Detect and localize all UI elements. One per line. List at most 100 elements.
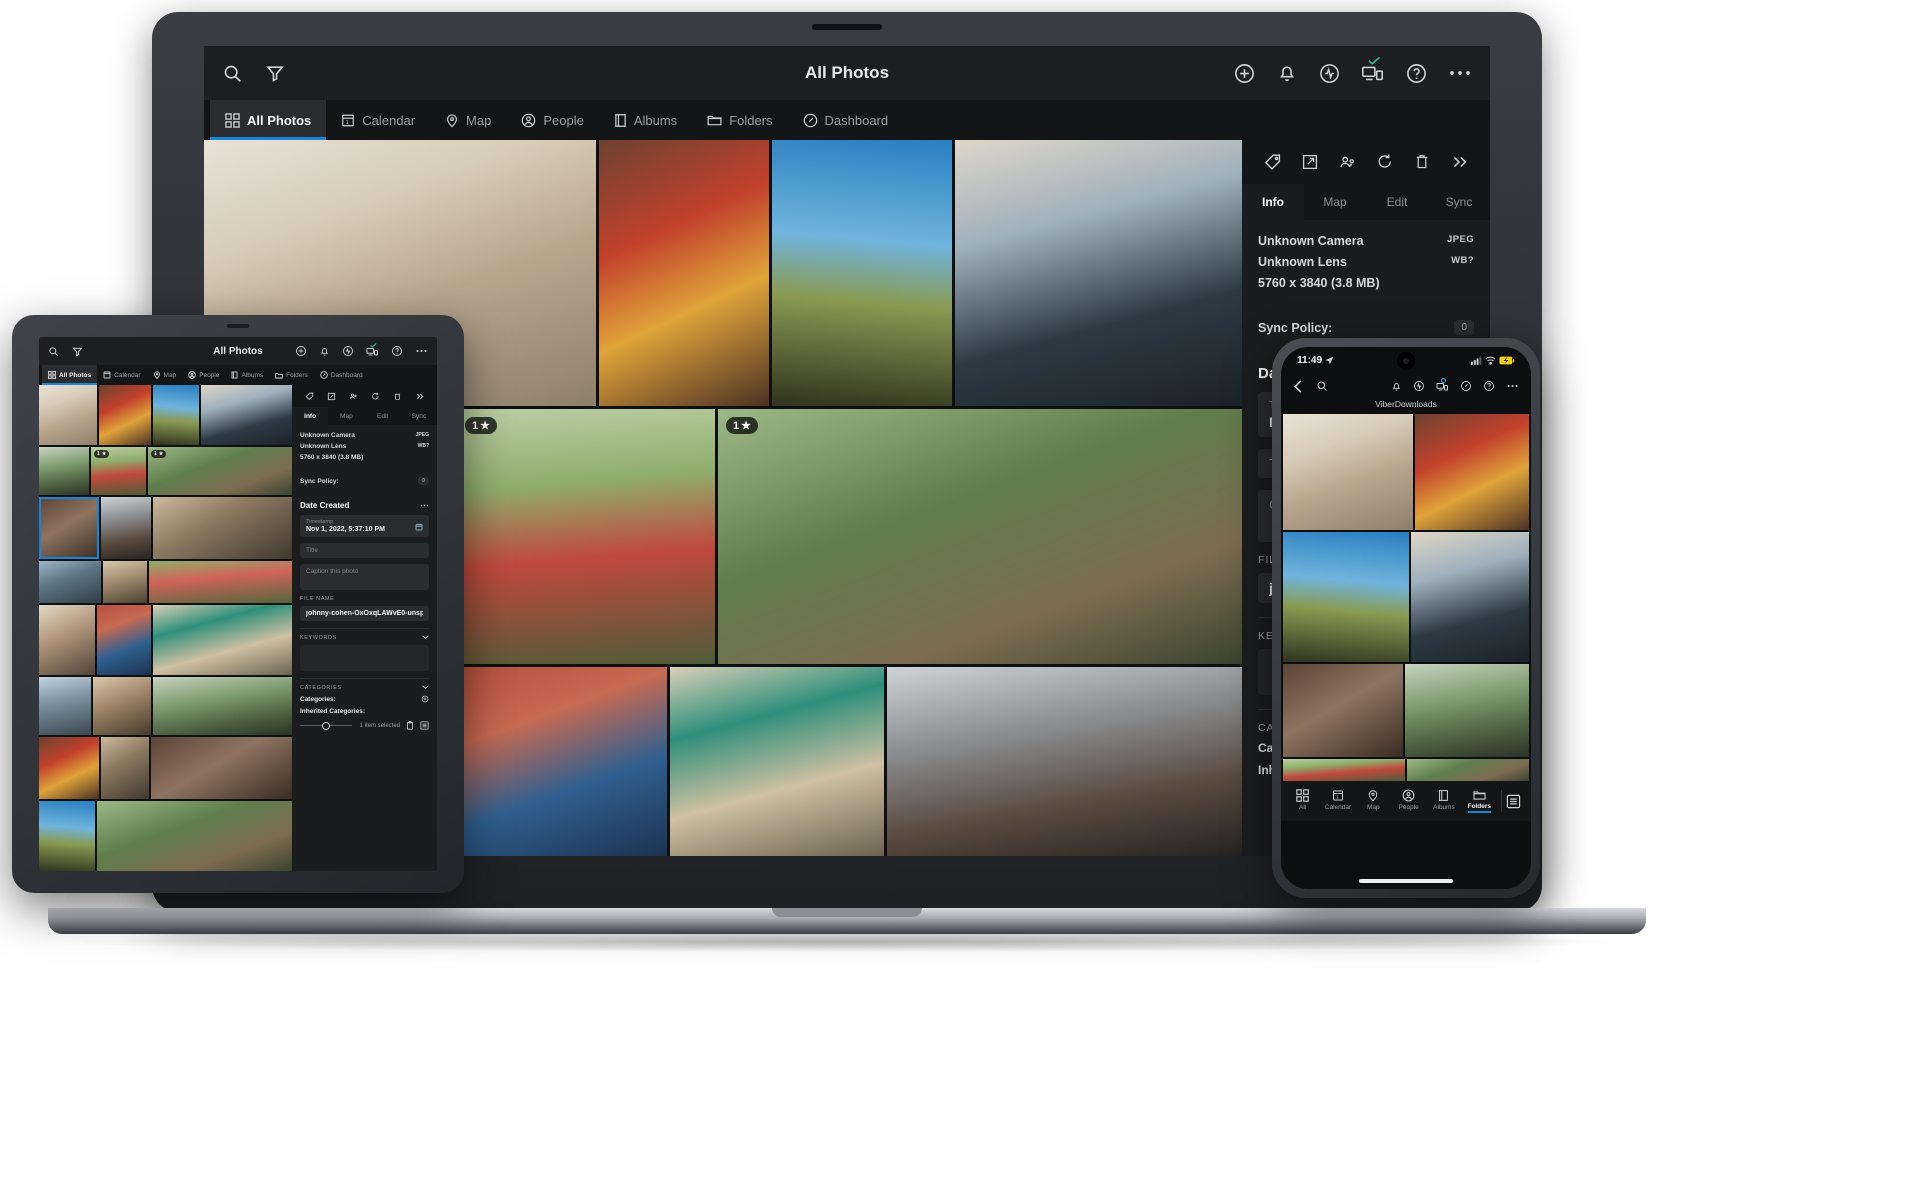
tablet-photo-grid[interactable]: 1 ★ 1 ★ [39, 385, 292, 871]
photo-thumbnail[interactable] [1283, 532, 1409, 662]
photo-thumbnail[interactable]: 1 ★ [457, 409, 715, 664]
slider-knob[interactable] [322, 721, 330, 730]
more-icon[interactable] [415, 349, 428, 353]
back-icon[interactable] [1293, 379, 1303, 393]
photo-thumbnail[interactable] [457, 667, 667, 856]
tablet-inspector-tab-map[interactable]: Map [328, 407, 364, 425]
tab-people[interactable]: People [506, 100, 598, 140]
photo-thumbnail[interactable] [772, 140, 952, 406]
export-icon[interactable] [1291, 153, 1328, 171]
phone-nav-people[interactable]: People [1391, 789, 1426, 814]
inspector-tab-info[interactable]: Info [1242, 184, 1304, 220]
photo-thumbnail[interactable] [149, 561, 292, 603]
sync-policy-value[interactable]: 0 [418, 477, 429, 485]
photo-thumbnail[interactable] [201, 385, 292, 445]
title-field[interactable]: Title [300, 543, 429, 558]
search-icon[interactable] [1316, 380, 1328, 392]
photo-thumbnail[interactable] [153, 385, 199, 445]
more-icon[interactable] [420, 504, 429, 507]
phone-nav-all[interactable]: All [1285, 788, 1320, 814]
phone-nav-folders[interactable]: Folders [1462, 789, 1497, 813]
device-sync-icon[interactable] [1436, 377, 1449, 392]
thumbnail-size-slider[interactable]: 1 item selected [300, 721, 429, 730]
inspector-tab-sync[interactable]: Sync [1428, 184, 1490, 220]
calendar-picker-icon[interactable] [415, 523, 423, 531]
photo-thumbnail[interactable]: 1 ★ [148, 447, 292, 495]
caption-field[interactable]: Caption this photo [300, 564, 429, 590]
trash-icon[interactable] [386, 392, 408, 401]
photo-thumbnail[interactable] [1415, 414, 1529, 530]
photo-thumbnail[interactable]: 1 ★ [718, 409, 1242, 664]
inspector-tab-map[interactable]: Map [1304, 184, 1366, 220]
more-icon[interactable] [1506, 384, 1519, 388]
photo-thumbnail[interactable] [599, 140, 769, 406]
tab-albums[interactable]: Albums [599, 100, 692, 140]
photo-thumbnail[interactable] [153, 605, 292, 675]
add-circle-icon[interactable] [295, 345, 307, 357]
photo-thumbnail[interactable] [1283, 414, 1413, 530]
export-icon[interactable] [321, 392, 343, 401]
tab-dashboard[interactable]: Dashboard [788, 100, 904, 140]
tablet-tab-albums[interactable]: Albums [225, 365, 269, 385]
expand-icon[interactable] [408, 393, 430, 400]
activity-icon[interactable] [1413, 380, 1425, 392]
photo-thumbnail[interactable] [97, 605, 151, 675]
tablet-tab-map[interactable]: Map [147, 365, 183, 385]
help-circle-icon[interactable] [1483, 380, 1495, 392]
tab-all-photos[interactable]: All Photos [210, 100, 327, 140]
photo-thumbnail[interactable] [97, 801, 292, 871]
rotate-icon[interactable] [364, 392, 386, 401]
help-circle-icon[interactable] [1405, 62, 1428, 85]
photo-thumbnail[interactable] [101, 737, 149, 799]
photo-thumbnail[interactable] [1407, 759, 1529, 781]
filter-icon[interactable] [265, 63, 285, 83]
tablet-tab-all-photos[interactable]: All Photos [42, 365, 98, 385]
rotate-icon[interactable] [1366, 153, 1403, 171]
photo-thumbnail[interactable] [153, 497, 292, 559]
tab-calendar[interactable]: 1 Calendar [326, 100, 430, 140]
photo-thumbnail[interactable] [39, 561, 101, 603]
gauge-icon[interactable] [1460, 380, 1472, 392]
phone-nav-albums[interactable]: Albums [1426, 789, 1461, 814]
photo-thumbnail[interactable] [39, 801, 95, 871]
tablet-tab-people[interactable]: People [182, 365, 225, 385]
bell-icon[interactable] [1391, 381, 1402, 392]
photo-thumbnail[interactable] [39, 447, 89, 495]
photo-thumbnail[interactable] [93, 677, 151, 735]
slider-track[interactable] [300, 721, 352, 730]
photo-thumbnail[interactable]: 1 ★ [91, 447, 146, 495]
photo-thumbnail[interactable] [1411, 532, 1529, 662]
help-circle-icon[interactable] [391, 345, 403, 357]
photo-thumbnail[interactable] [39, 385, 97, 445]
file-name-field[interactable]: johnny-cohen-OxOxqLAWvE0-unspl... [300, 606, 429, 621]
sync-policy-value[interactable]: 0 [1454, 320, 1474, 335]
tag-icon[interactable] [1254, 153, 1291, 172]
photo-thumbnail[interactable] [670, 667, 884, 856]
chevron-down-icon[interactable] [422, 685, 429, 691]
activity-icon[interactable] [1318, 62, 1341, 85]
photo-thumbnail[interactable] [103, 561, 147, 603]
expand-icon[interactable] [1441, 155, 1478, 169]
tab-folders[interactable]: Folders [692, 100, 787, 140]
tag-icon[interactable] [299, 392, 321, 401]
photo-thumbnail[interactable] [39, 677, 91, 735]
search-icon[interactable] [222, 63, 243, 84]
chevron-down-icon[interactable] [422, 635, 429, 641]
trash-icon[interactable] [1403, 153, 1440, 171]
clipboard-icon[interactable] [406, 721, 414, 730]
add-circle-icon[interactable] [421, 695, 429, 703]
photo-thumbnail[interactable] [887, 667, 1242, 856]
phone-photo-grid[interactable] [1281, 414, 1531, 781]
tablet-inspector-tab-sync[interactable]: Sync [401, 407, 437, 425]
people-tag-icon[interactable] [343, 392, 365, 401]
photo-thumbnail[interactable] [955, 140, 1242, 406]
bell-icon[interactable] [1276, 62, 1298, 84]
photo-thumbnail-selected[interactable] [39, 497, 99, 559]
photo-thumbnail[interactable] [1405, 664, 1529, 757]
photo-thumbnail[interactable] [99, 385, 151, 445]
phone-nav-calendar[interactable]: 1 Calendar [1320, 789, 1355, 814]
list-icon[interactable] [420, 721, 429, 730]
device-sync-icon[interactable] [1361, 56, 1385, 84]
photo-thumbnail[interactable] [151, 737, 292, 799]
photo-thumbnail[interactable] [39, 605, 95, 675]
